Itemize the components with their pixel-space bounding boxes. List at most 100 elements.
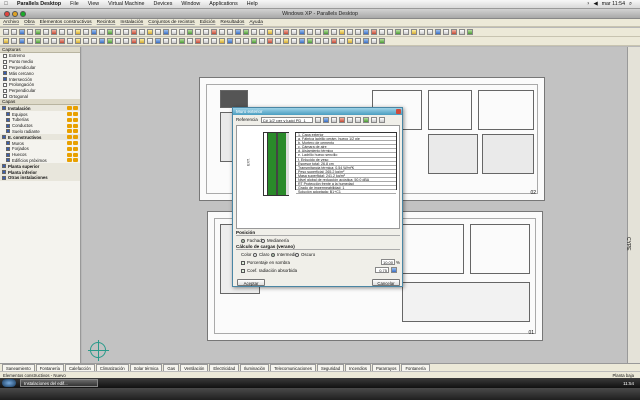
toolbar-button-icon[interactable] [379, 29, 385, 35]
toolbar-button-icon[interactable] [315, 29, 321, 35]
mac-app-name[interactable]: Parallels Desktop [17, 1, 61, 7]
module-tab[interactable]: Gas [163, 364, 180, 371]
toolbar-button-icon[interactable] [179, 38, 185, 44]
checkbox-icon[interactable] [2, 170, 6, 175]
toolbar-button-icon[interactable] [395, 29, 401, 35]
toolbar-button-icon[interactable] [99, 38, 105, 44]
checkbox-icon[interactable] [6, 158, 10, 163]
toolbar-button-icon[interactable] [331, 38, 337, 44]
toolbar-button-icon[interactable] [259, 29, 265, 35]
coef-input[interactable]: 0.75 [375, 267, 389, 273]
start-button-icon[interactable] [2, 379, 16, 387]
toolbar-button-icon[interactable] [315, 38, 321, 44]
lock-icon[interactable] [67, 135, 72, 140]
spotlight-icon[interactable]: ⌕ [629, 1, 632, 8]
lock-icon[interactable] [67, 152, 72, 157]
taskbar-item[interactable]: Instalaciones del edif... [20, 379, 98, 387]
radio-medianeria[interactable]: Medianería [261, 238, 289, 243]
menu-recintos[interactable]: Recintos [97, 20, 116, 25]
mac-menu-window[interactable]: Window [181, 1, 200, 7]
radio-intermedio[interactable]: Intermedio [271, 252, 298, 257]
cancel-button[interactable]: Cancelar [372, 279, 400, 286]
toolbar-button-icon[interactable] [323, 38, 329, 44]
toolbar-button-icon[interactable] [275, 38, 281, 44]
checkbox-icon[interactable] [6, 117, 10, 122]
toolbar-button-icon[interactable] [139, 29, 145, 35]
toolbar-button-icon[interactable] [283, 29, 289, 35]
visibility-icon[interactable] [73, 117, 78, 122]
toolbar-button-icon[interactable] [115, 29, 121, 35]
lock-icon[interactable] [67, 129, 72, 134]
toolbar-button-icon[interactable] [99, 29, 105, 35]
toolbar-button-icon[interactable] [251, 38, 257, 44]
toolbar-button-icon[interactable] [123, 29, 129, 35]
toolbar-button-icon[interactable] [379, 38, 385, 44]
toolbar-button-icon[interactable] [123, 38, 129, 44]
menu-obra[interactable]: Obra [24, 20, 35, 25]
toolbar-button-icon[interactable] [235, 38, 241, 44]
visibility-icon[interactable] [73, 141, 78, 146]
coef-checkbox[interactable]: Coef. radiación absorbida [241, 268, 297, 273]
shadow-checkbox[interactable]: Porcentaje en sombra [241, 260, 290, 265]
toolbar-button-icon[interactable] [195, 38, 201, 44]
toolbar-button-icon[interactable] [307, 29, 313, 35]
mac-menu-vm[interactable]: Virtual Machine [108, 1, 144, 7]
lock-icon[interactable] [67, 117, 72, 122]
toolbar-button-icon[interactable] [355, 38, 361, 44]
checkbox-icon[interactable] [2, 135, 6, 140]
toolbar-button-icon[interactable] [11, 38, 17, 44]
minimize-window-button[interactable] [12, 11, 18, 17]
accept-button[interactable]: Aceptar [237, 279, 265, 286]
toolbar-button-icon[interactable] [371, 29, 377, 35]
toolbar-button-icon[interactable] [91, 38, 97, 44]
checkbox-icon[interactable] [2, 106, 6, 111]
toolbar-button-icon[interactable] [291, 29, 297, 35]
checkbox-icon[interactable] [3, 71, 7, 76]
lock-icon[interactable] [67, 112, 72, 117]
toolbar-button-icon[interactable] [27, 38, 33, 44]
lock-icon[interactable] [67, 158, 72, 163]
module-tab[interactable]: Saneamiento [2, 364, 35, 371]
toolbar-button-icon[interactable] [387, 29, 393, 35]
toolbar-button-icon[interactable] [171, 29, 177, 35]
mac-menu-view[interactable]: View [88, 1, 99, 7]
toolbar-button-icon[interactable] [83, 29, 89, 35]
lock-icon[interactable] [67, 146, 72, 151]
toolbar-button-icon[interactable] [339, 38, 345, 44]
toolbar-button-icon[interactable] [171, 38, 177, 44]
mac-menu-file[interactable]: File [70, 1, 79, 7]
mac-menu-devices[interactable]: Devices [154, 1, 173, 7]
checkbox-icon[interactable] [3, 82, 7, 87]
radio-claro[interactable]: Claro [253, 252, 270, 257]
toolbar-button-icon[interactable] [179, 29, 185, 35]
toolbar-button-icon[interactable] [83, 38, 89, 44]
print-icon[interactable] [362, 116, 369, 123]
layer-item[interactable]: Otras instalaciones [0, 174, 80, 181]
radio-oscuro[interactable]: Oscuro [295, 252, 315, 257]
toolbar-button-icon[interactable] [75, 38, 81, 44]
checkbox-icon[interactable] [2, 164, 6, 169]
toolbar-button-icon[interactable] [211, 38, 217, 44]
checkbox-icon[interactable] [6, 152, 10, 157]
toolbar-button-icon[interactable] [267, 29, 273, 35]
zoom-window-button[interactable] [20, 11, 26, 17]
mac-menu-applications[interactable]: Applications [209, 1, 238, 7]
close-window-button[interactable] [4, 11, 10, 17]
toolbar-button-icon[interactable] [155, 29, 161, 35]
toolbar-button-icon[interactable] [131, 38, 137, 44]
toolbar-button-icon[interactable] [147, 29, 153, 35]
module-tab[interactable]: Climatización [95, 364, 129, 371]
menu-ayuda[interactable]: Ayuda [249, 20, 263, 25]
toolbar-button-icon[interactable] [163, 29, 169, 35]
toolbar-button-icon[interactable] [35, 29, 41, 35]
menu-conjuntos[interactable]: Conjuntos de recintos [148, 20, 194, 25]
toolbar-button-icon[interactable] [259, 38, 265, 44]
toolbar-button-icon[interactable] [451, 29, 457, 35]
toolbar-button-icon[interactable] [331, 29, 337, 35]
checkbox-icon[interactable] [6, 141, 10, 146]
toolbar-button-icon[interactable] [3, 38, 9, 44]
mac-clock[interactable]: mar 11:54 [602, 1, 625, 7]
toolbar-button-icon[interactable] [107, 29, 113, 35]
module-tab[interactable]: Calefacción [64, 364, 95, 371]
menu-archivo[interactable]: Archivo [3, 20, 19, 25]
